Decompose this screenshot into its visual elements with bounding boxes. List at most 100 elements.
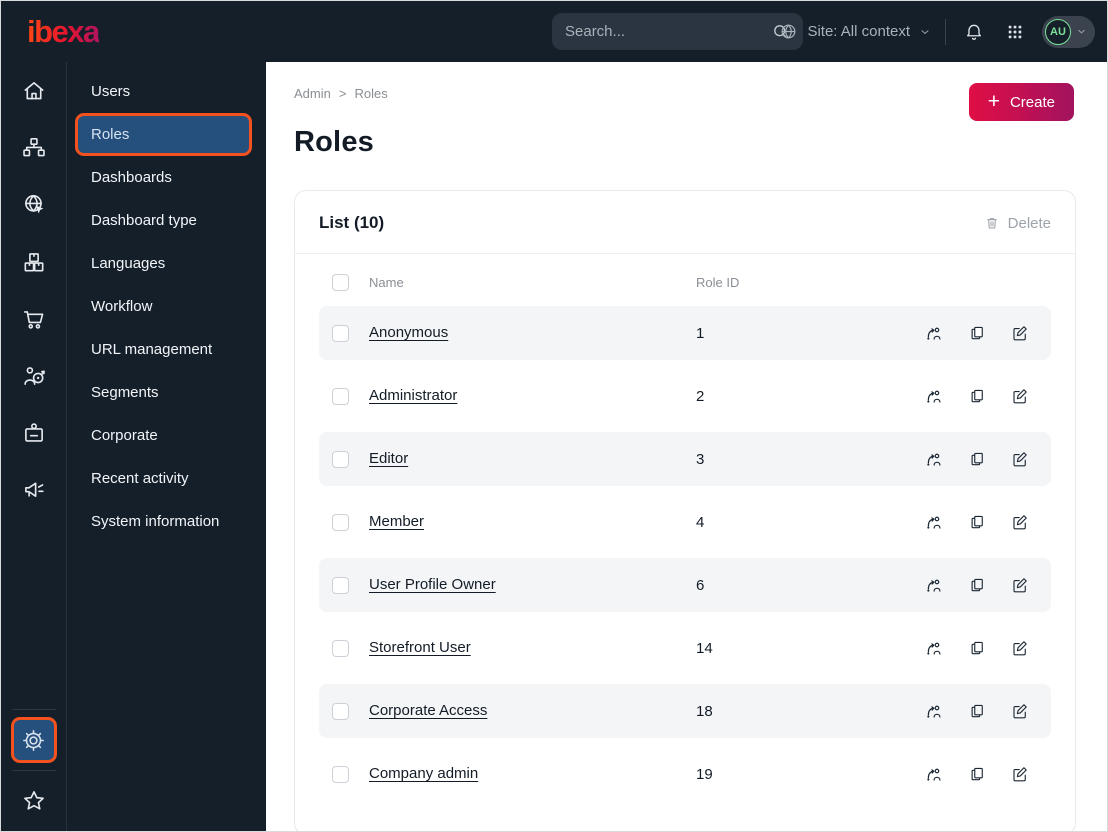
menu-item-users[interactable]: Users (67, 70, 266, 113)
role-name-link[interactable]: Member (369, 513, 424, 530)
assign-user-icon (924, 702, 943, 721)
copy-icon (968, 450, 986, 468)
page-title: Roles (294, 126, 374, 158)
roles-list-card: List (10) Delete Name Role ID Anonymous … (294, 190, 1076, 831)
edit-role-button[interactable] (1011, 324, 1029, 342)
sidebar-item-customers[interactable] (12, 354, 56, 398)
sidebar-divider (11, 770, 56, 771)
row-checkbox[interactable] (332, 702, 349, 720)
person-target-icon (21, 363, 47, 389)
assign-users-button[interactable] (924, 702, 943, 721)
copy-role-button[interactable] (968, 387, 986, 405)
copy-role-button[interactable] (968, 450, 986, 468)
sidebar-bottom-group (1, 709, 66, 831)
star-icon (21, 788, 47, 814)
packages-icon (21, 249, 47, 275)
search-input[interactable] (565, 23, 771, 40)
copy-role-button[interactable] (968, 513, 986, 531)
assign-user-icon (924, 576, 943, 595)
roles-table: Anonymous 1 Administrator 2 Editor 3 Mem… (319, 306, 1051, 801)
menu-item-segments[interactable]: Segments (67, 371, 266, 414)
edit-role-button[interactable] (1011, 387, 1029, 405)
site-context-selector[interactable]: Site: All context (779, 22, 931, 41)
assign-users-button[interactable] (924, 324, 943, 343)
copy-icon (968, 387, 986, 405)
edit-role-button[interactable] (1011, 450, 1029, 468)
role-name-link[interactable]: Editor (369, 450, 408, 467)
menu-item-url-management[interactable]: URL management (67, 328, 266, 371)
role-name-link[interactable]: Storefront User (369, 639, 471, 656)
ibexa-logo[interactable]: ibexa (27, 14, 100, 50)
sidebar-item-dashboard[interactable] (12, 69, 56, 113)
role-id-value: 2 (696, 387, 705, 405)
main-content: Admin > Roles + Create Roles List (10) D… (266, 62, 1107, 831)
row-checkbox[interactable] (332, 450, 349, 468)
menu-item-roles-active[interactable]: Roles (75, 113, 252, 156)
menu-item-dashboard-type[interactable]: Dashboard type (67, 199, 266, 242)
edit-role-button[interactable] (1011, 639, 1029, 657)
role-id-value: 4 (696, 513, 705, 531)
sidebar-item-site[interactable] (12, 183, 56, 227)
edit-icon (1011, 765, 1029, 783)
copy-icon (968, 639, 986, 657)
menu-item-system-information[interactable]: System information (67, 500, 266, 543)
assign-user-icon (924, 387, 943, 406)
menu-item-recent-activity[interactable]: Recent activity (67, 457, 266, 500)
row-checkbox[interactable] (332, 576, 349, 594)
assign-users-button[interactable] (924, 513, 943, 532)
copy-icon (968, 765, 986, 783)
delete-button-label: Delete (1007, 214, 1051, 232)
select-all-checkbox[interactable] (332, 273, 349, 291)
edit-role-button[interactable] (1011, 702, 1029, 720)
sidebar-item-admin-active[interactable] (10, 717, 57, 763)
assign-users-button[interactable] (924, 639, 943, 658)
gear-icon (20, 727, 47, 754)
menu-item-dashboards[interactable]: Dashboards (67, 156, 266, 199)
edit-role-button[interactable] (1011, 576, 1029, 594)
sidebar-item-content[interactable] (12, 126, 56, 170)
assign-users-button[interactable] (924, 576, 943, 595)
row-checkbox[interactable] (332, 324, 349, 342)
sidebar-item-commerce[interactable] (12, 297, 56, 341)
sidebar-item-bookmarks[interactable] (12, 779, 56, 823)
assign-users-button[interactable] (924, 387, 943, 406)
table-row: Administrator 2 (319, 369, 1051, 423)
edit-icon (1011, 450, 1029, 468)
edit-role-button[interactable] (1011, 765, 1029, 783)
edit-role-button[interactable] (1011, 513, 1029, 531)
delete-button[interactable]: Delete (984, 215, 1051, 232)
copy-role-button[interactable] (968, 765, 986, 783)
assign-users-button[interactable] (924, 765, 943, 784)
avatar: AU (1045, 18, 1071, 45)
user-menu[interactable]: AU (1042, 15, 1095, 48)
create-button[interactable]: + Create (968, 83, 1074, 121)
global-search[interactable] (552, 13, 803, 50)
assign-users-button[interactable] (924, 450, 943, 469)
row-checkbox[interactable] (332, 387, 349, 405)
row-checkbox[interactable] (332, 765, 349, 783)
copy-role-button[interactable] (968, 324, 986, 342)
copy-role-button[interactable] (968, 639, 986, 657)
sidebar-item-corporate[interactable] (12, 411, 56, 455)
chevron-down-icon (919, 26, 931, 38)
bell-icon (964, 22, 984, 42)
apps-grid-button[interactable] (1002, 19, 1028, 45)
role-name-link[interactable]: Company admin (369, 765, 478, 782)
sidebar-item-products[interactable] (12, 240, 56, 284)
role-name-link[interactable]: Corporate Access (369, 702, 487, 719)
table-row: Corporate Access 18 (319, 684, 1051, 738)
menu-item-workflow[interactable]: Workflow (67, 285, 266, 328)
role-id-value: 3 (696, 450, 705, 468)
role-name-link[interactable]: User Profile Owner (369, 576, 496, 593)
menu-item-languages[interactable]: Languages (67, 242, 266, 285)
sidebar-item-marketing[interactable] (12, 468, 56, 512)
copy-role-button[interactable] (968, 576, 986, 594)
notifications-button[interactable] (960, 18, 988, 46)
breadcrumb-admin[interactable]: Admin (294, 86, 331, 101)
role-name-link[interactable]: Anonymous (369, 324, 448, 341)
row-checkbox[interactable] (332, 639, 349, 657)
menu-item-corporate[interactable]: Corporate (67, 414, 266, 457)
role-name-link[interactable]: Administrator (369, 387, 457, 404)
row-checkbox[interactable] (332, 513, 349, 531)
copy-role-button[interactable] (968, 702, 986, 720)
